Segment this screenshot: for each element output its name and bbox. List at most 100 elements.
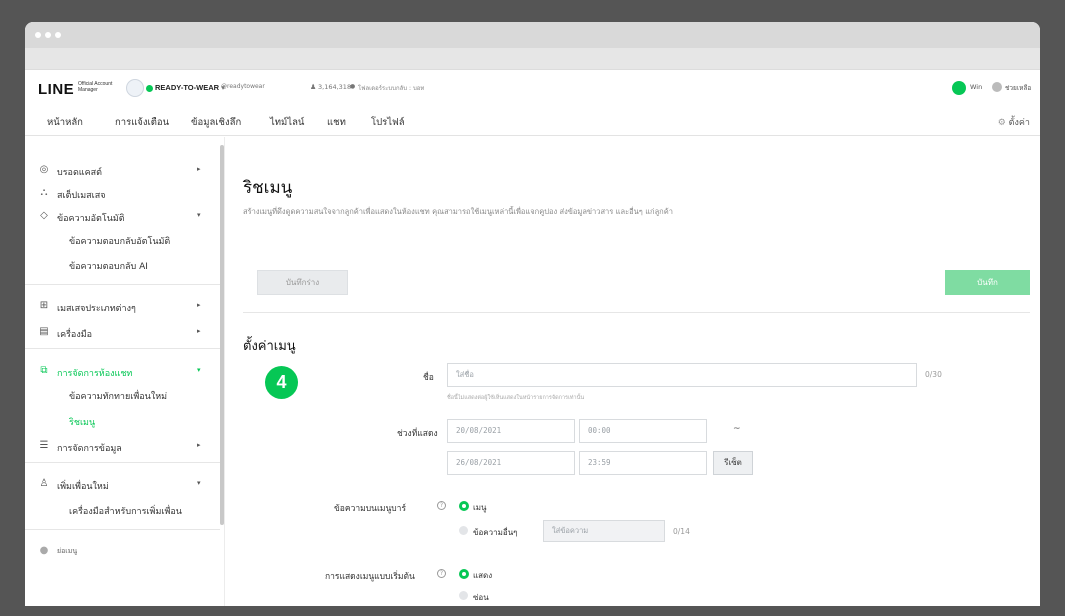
end-time-input[interactable]: 23:59 [579,451,707,475]
sidebar-subitem-rich-menu[interactable]: ริชเมนู [69,415,95,429]
name-label: ชื่อ [423,373,434,383]
chevron-right-icon: ▸ [197,327,201,335]
section-title: ตั้งค่าเมนู [243,339,296,354]
sidebar-item-label: ข้อความอัตโนมัติ [57,214,125,224]
user-name[interactable]: Win [970,83,982,91]
browser-window: LINE Official Account Manager READY-TO-W… [25,22,1040,606]
divider [243,312,1030,313]
help-icon[interactable] [992,82,1002,92]
info-icon[interactable]: ? [437,501,446,510]
start-date-input[interactable]: 20/08/2021 [447,419,575,443]
window-titlebar [25,22,1040,48]
settings-link[interactable]: ⚙ ตั้งค่า [998,115,1030,129]
broadcast-icon: ◎ [39,164,49,175]
sidebar-subitem-ai-reply[interactable]: ข้อความตอบกลับ AI [69,259,148,273]
window-dot-zoom[interactable] [55,32,61,38]
auto-reply-icon: ◇ [40,210,48,221]
save-button[interactable]: บันทึก [945,270,1030,295]
chevron-right-icon: ▸ [197,165,201,173]
line-logo[interactable]: LINE [38,81,74,98]
menubar-text-input[interactable]: ใส่ข้อความ [543,520,665,542]
menubar-option-menu[interactable]: เมนู [473,501,486,514]
name-hint: ชื่อนี้ไม่แสดงต่อผู้ใช้เห็นแสดงในหน้าราย… [447,395,585,401]
menubar-radio-other[interactable] [459,526,468,535]
sidebar-item-label: เพิ่มเพื่อนใหม่ [57,482,109,492]
tab-insights[interactable]: ข้อมูลเชิงลึก [191,115,241,130]
database-icon: ☰ [39,440,49,451]
tab-timeline[interactable]: ไทม์ไลน์ [270,115,304,130]
page-description: สร้างเมนูที่ดึงดูดความสนใจจากลูกค้าเพื่อ… [243,207,673,216]
chevron-down-icon: ▾ [197,366,201,374]
sidebar: ◎ บรอดแคสต์ ▸ ⛬ สเต็ปเมสเสจ ◇ ข้อความอัต… [25,137,225,606]
reset-button[interactable]: รีเซ็ต [713,451,753,475]
save-draft-button[interactable]: บันทึกร่าง [257,270,348,295]
main-content: ริชเมนู สร้างเมนูที่ดึงดูดความสนใจจากลูก… [226,137,1040,606]
sidebar-item-chat-management[interactable]: ⧉ การจัดการห้องแชท ▾ [25,362,220,384]
step-message-icon: ⛬ [40,187,48,198]
period-label: ช่วงที่แสดง [397,429,438,439]
sidebar-item-label: การจัดการห้องแชท [57,369,133,379]
sidebar-scrollbar[interactable] [220,145,224,525]
settings-label: ตั้งค่า [1008,118,1030,128]
browser-toolbar [25,48,1040,70]
account-avatar[interactable] [126,79,144,97]
name-counter: 0/30 [925,370,942,379]
sidebar-item-label: เมสเสจประเภทต่างๆ [57,304,136,314]
chevron-down-icon: ▾ [197,479,201,487]
friends-count: 3,164,318 [318,83,352,91]
default-radio-hide[interactable] [459,591,468,600]
default-radio-show[interactable] [459,569,469,579]
chevron-right-icon: ▸ [197,441,201,449]
sidebar-item-step-message[interactable]: ⛬ สเต็ปเมสเสจ [25,184,220,206]
sidebar-item-label: บรอดแคสต์ [57,168,102,178]
account-name[interactable]: READY-TO-WEAR ▾ [155,83,225,92]
sidebar-collapse[interactable]: ● ย่อเมนู [25,542,220,564]
tab-notifications[interactable]: การแจ้งเตือน [115,115,169,130]
start-time-input[interactable]: 00:00 [579,419,707,443]
main-nav: หน้าหลัก การแจ้งเตือน ข้อมูลเชิงลึก ไทม์… [25,106,1040,140]
default-option-show[interactable]: แสดง [473,569,492,582]
menubar-option-other[interactable]: ข้อความอื่นๆ [473,526,517,539]
top-header: LINE Official Account Manager READY-TO-W… [25,70,1040,106]
friends-icon: ♟ [310,83,317,91]
step-number-badge: 4 [265,366,298,399]
sidebar-divider [25,284,220,285]
sidebar-item-data-management[interactable]: ☰ การจัดการข้อมูล ▸ [25,437,220,459]
sidebar-subitem-friend-tools[interactable]: เครื่องมือสำหรับการเพิ่มเพื่อน [69,504,182,518]
info-icon[interactable]: ? [437,569,446,578]
sidebar-item-label: ย่อเมนู [57,547,78,555]
gear-icon: ⚙ [997,118,1006,128]
verified-badge-icon [146,85,153,92]
window-dot-minimize[interactable] [45,32,51,38]
sidebar-item-add-friends[interactable]: ♙ เพิ่มเพื่อนใหม่ ▾ [25,475,220,497]
tab-chat[interactable]: แชท [327,115,346,130]
default-option-hide[interactable]: ซ่อน [473,591,489,604]
range-separator: ~ [733,424,741,434]
menubar-counter: 0/14 [673,527,690,536]
default-display-label: การแสดงเมนูแบบเริ่มต้น [325,572,415,582]
sidebar-item-message-types[interactable]: ⊞ เมสเสจประเภทต่างๆ ▸ [25,297,220,319]
sidebar-item-auto-reply[interactable]: ◇ ข้อความอัตโนมัติ ▾ [25,207,220,229]
tab-profile[interactable]: โปรไฟล์ [371,115,405,130]
screenshot-frame: LINE Official Account Manager READY-TO-W… [0,0,1065,616]
account-name-text: READY-TO-WEAR [155,83,220,92]
plan-dot-icon: ● [350,83,356,90]
sidebar-subitem-greeting[interactable]: ข้อความทักทายเพื่อนใหม่ [69,389,167,403]
sidebar-divider [25,529,220,530]
sidebar-divider [25,348,220,349]
plan-status: โฟลเดอร์ระบบกลับ : บอท [358,85,425,92]
add-friend-icon: ♙ [39,478,49,489]
sidebar-item-tools[interactable]: ▤ เครื่องมือ ▸ [25,323,220,345]
name-input[interactable]: ใส่ชื่อ [447,363,917,387]
menubar-text-label: ข้อความบนเมนูบาร์ [334,504,407,514]
page-title: ริชเมนู [243,178,293,198]
help-link[interactable]: ช่วยเหลือ [1005,83,1031,93]
sidebar-divider [25,462,220,463]
window-dot-close[interactable] [35,32,41,38]
user-avatar[interactable] [952,81,966,95]
sidebar-subitem-auto-reply-message[interactable]: ข้อความตอบกลับอัตโนมัติ [69,234,170,248]
sidebar-item-broadcast[interactable]: ◎ บรอดแคสต์ ▸ [25,161,220,183]
menubar-radio-menu[interactable] [459,501,469,511]
account-id: @readytowear [221,83,265,90]
end-date-input[interactable]: 26/08/2021 [447,451,575,475]
